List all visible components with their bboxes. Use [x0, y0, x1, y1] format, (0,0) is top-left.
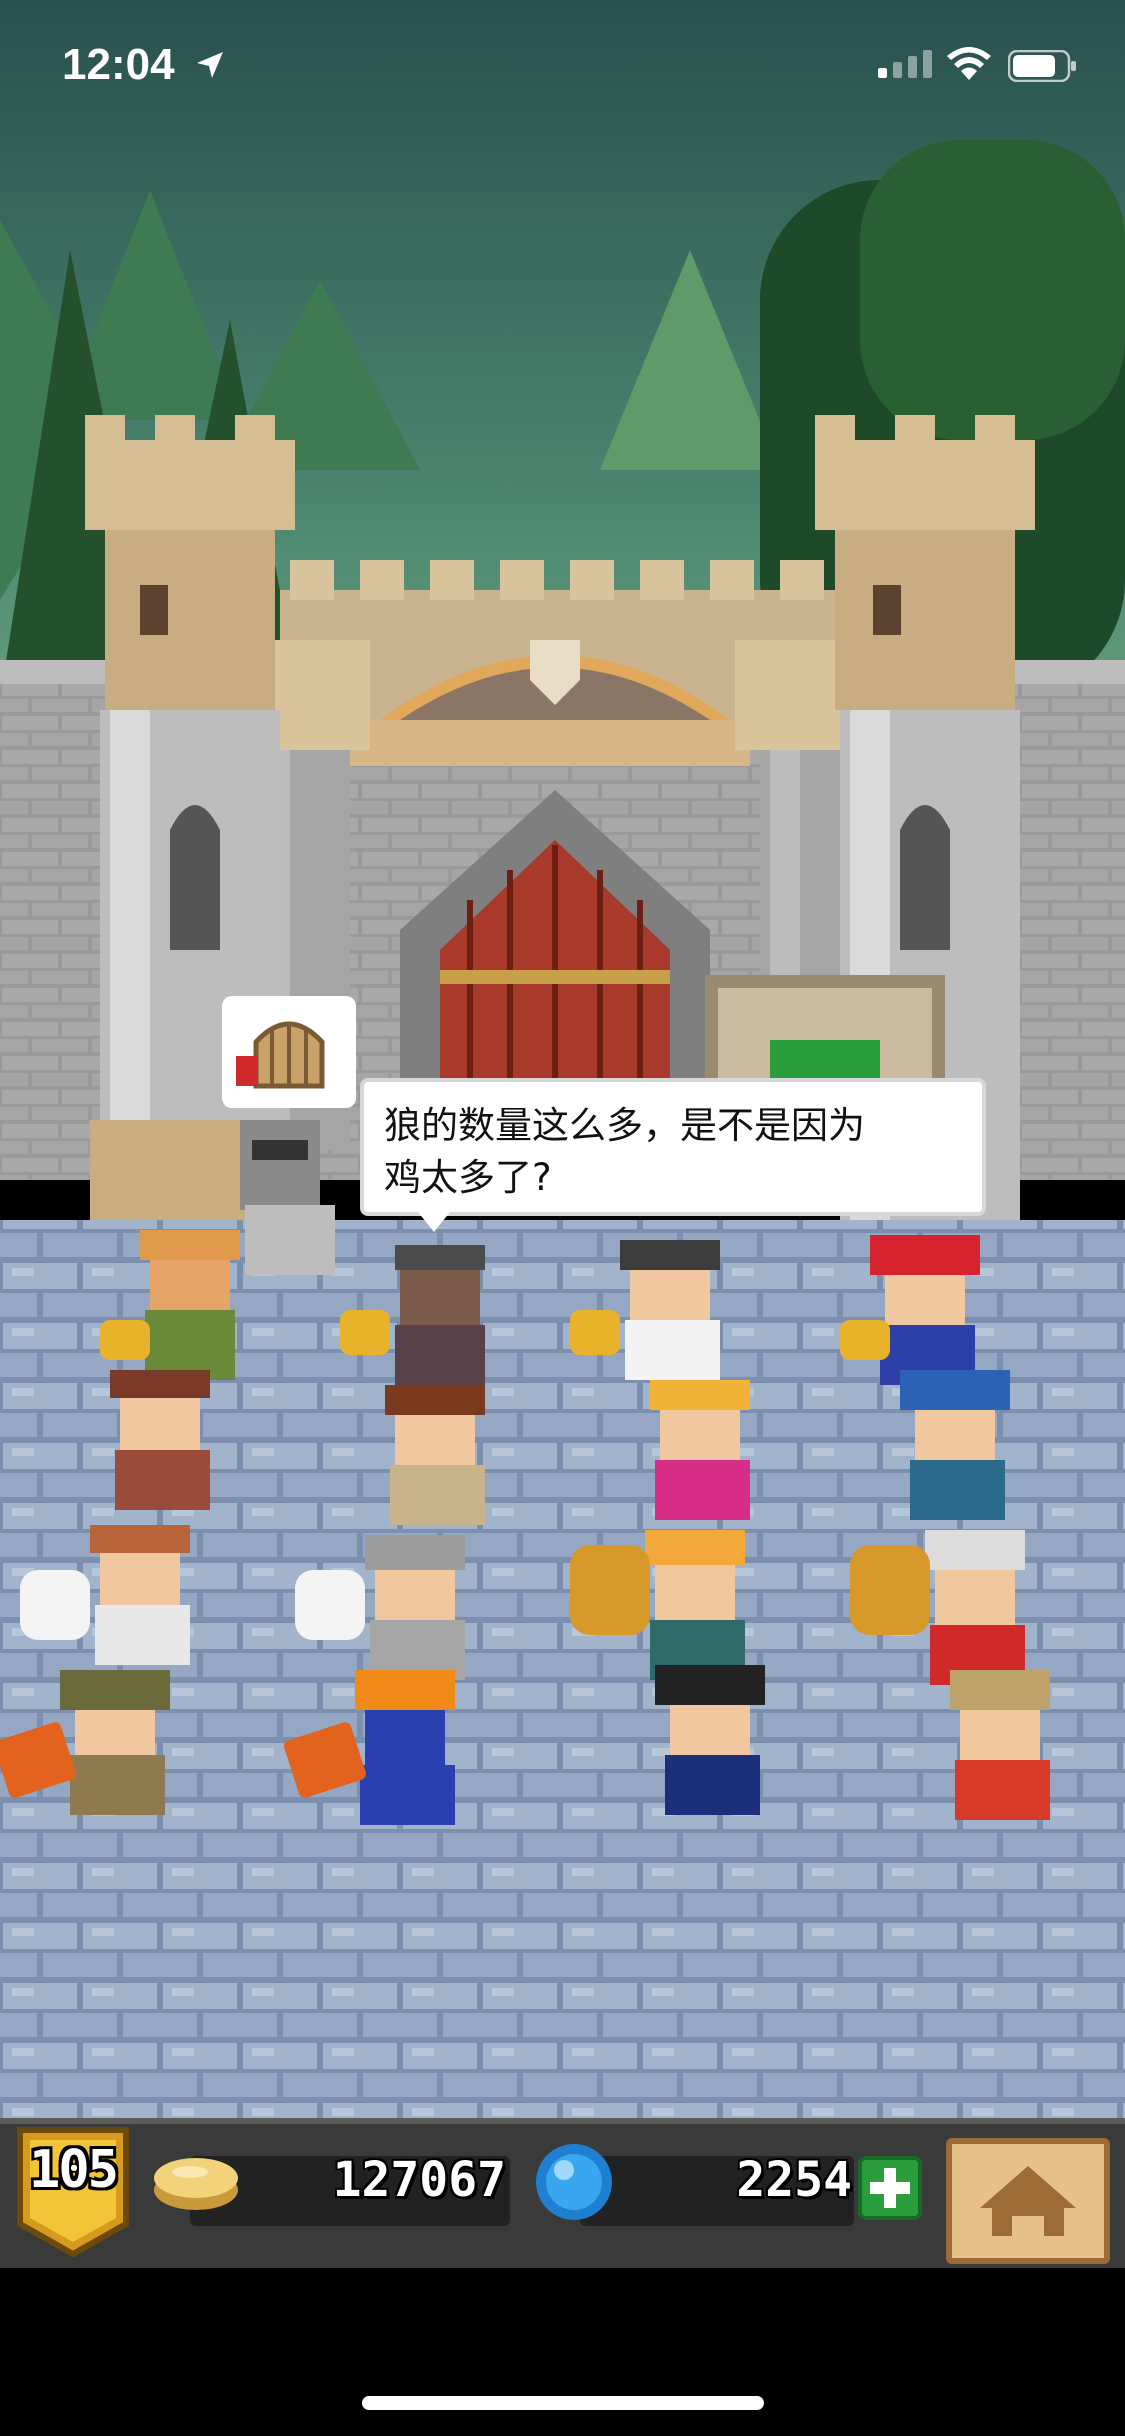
gold-coin-icon: [154, 2158, 238, 2210]
speech-bubble-tail: [418, 1212, 450, 1232]
quest-bubble[interactable]: [222, 996, 356, 1108]
home-icon: [980, 2166, 1076, 2236]
speech-line-1: 狼的数量这么多，是不是因为: [384, 1104, 865, 1147]
gem-count: 2254: [736, 2152, 852, 2208]
home-button[interactable]: [946, 2138, 1110, 2264]
speech-bubble: 狼的数量这么多，是不是因为 鸡太多了?: [360, 1078, 986, 1216]
status-bar: 12:04: [0, 0, 1125, 140]
gold-count: 127067: [332, 2152, 506, 2208]
signal-icon: [878, 50, 932, 78]
cage-icon: [236, 1021, 325, 1089]
notice-board: [705, 975, 945, 1095]
gem-icon: [536, 2144, 612, 2220]
home-indicator[interactable]: [362, 2396, 764, 2410]
plus-icon: [870, 2168, 910, 2208]
wifi-icon: [947, 47, 991, 80]
player-level: 105: [29, 2140, 119, 2200]
battery-icon: [1008, 50, 1076, 82]
speech-text: 狼的数量这么多，是不是因为 鸡太多了?: [384, 1100, 962, 1204]
speech-line-2: 鸡太多了?: [384, 1156, 552, 1199]
game-screen: 狼的数量这么多，是不是因为 鸡太多了? 12:04 105 127067 225…: [0, 0, 1125, 2436]
add-gems-button[interactable]: [858, 2156, 922, 2220]
castle-scene: [0, 0, 1125, 2118]
location-arrow-icon: [197, 52, 223, 78]
clock: 12:04: [62, 40, 175, 89]
